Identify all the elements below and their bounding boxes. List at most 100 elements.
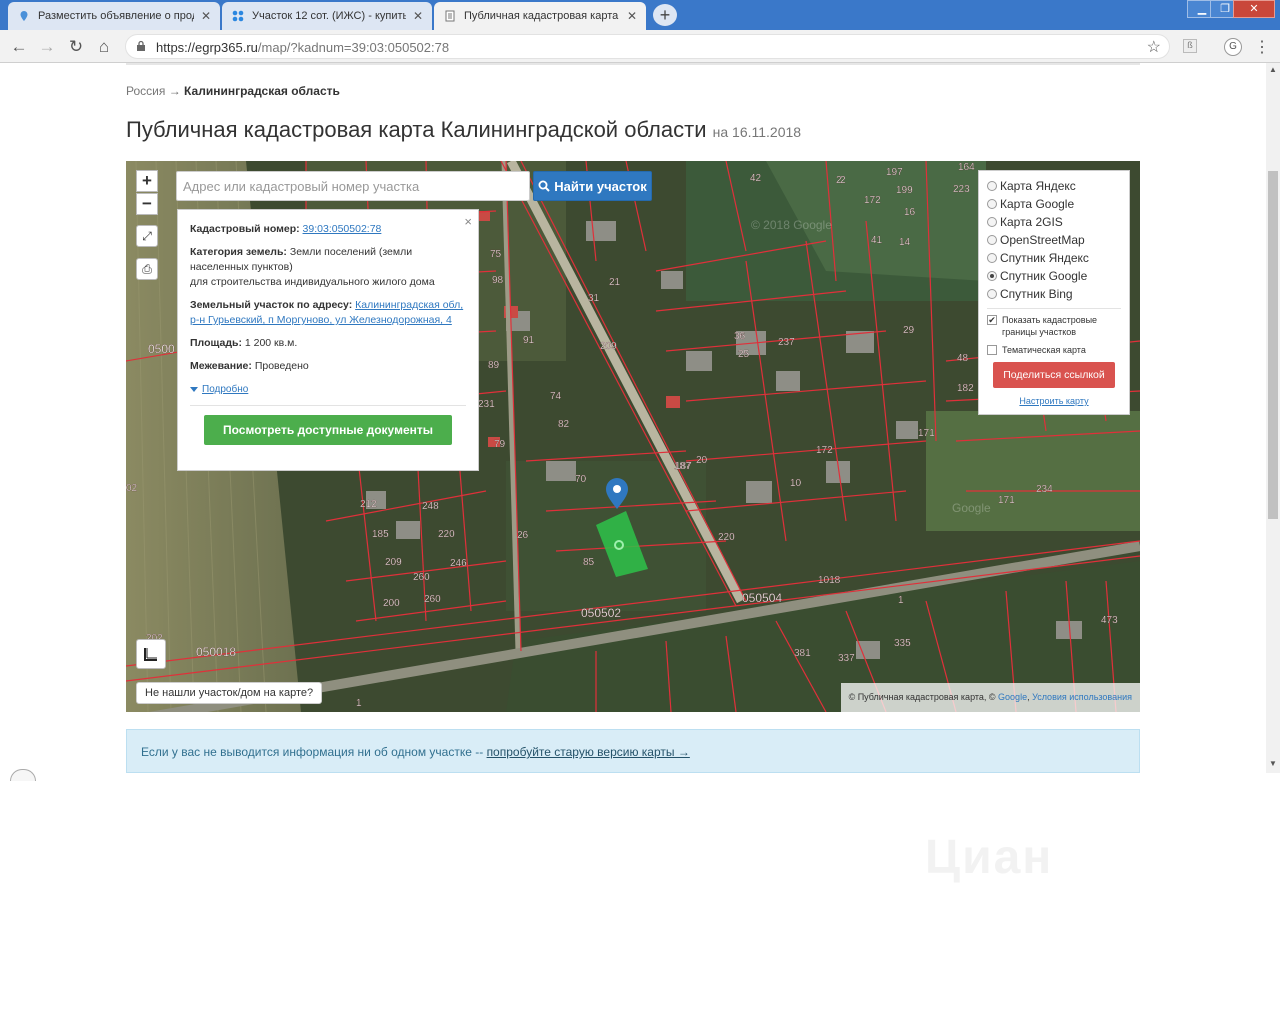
browser-tab-bar: Разместить объявление о прод ✕ Участок 1… [0, 0, 1280, 30]
breadcrumb-link-russia[interactable]: Россия [126, 84, 165, 98]
tab-close-icon[interactable]: ✕ [626, 9, 638, 23]
quarter-label: 0500 [148, 342, 175, 356]
cadastral-map[interactable]: 42 2 164 223 197 172 199 16 14 41 36 237… [126, 161, 1140, 712]
profile-avatar[interactable]: G [1224, 38, 1242, 56]
scrollbar-thumb[interactable] [1268, 171, 1278, 519]
forward-button[interactable]: → [37, 37, 57, 57]
parcel-label: 74 [550, 391, 562, 402]
parcel-label: 187 [675, 461, 692, 472]
show-borders-option[interactable]: ✔ Показать кадастровые границы участков [987, 314, 1121, 338]
address-label: Земельный участок по адресу: [190, 299, 353, 311]
parcel-info-panel: × Кадастровый номер: 39:03:050502:78 Кат… [177, 209, 479, 471]
quarter-label: 050018 [196, 645, 236, 659]
radio-button[interactable] [987, 289, 997, 299]
kadnum-label: Кадастровый номер: [190, 223, 300, 235]
parcel-label: 223 [953, 184, 970, 195]
parcel-search-input[interactable] [176, 171, 530, 201]
reload-button[interactable]: ↻ [66, 37, 86, 57]
page-title: Публичная кадастровая карта Калининградс… [126, 117, 801, 143]
google-link[interactable]: Google [998, 692, 1027, 702]
parcel-label: 42 [750, 173, 762, 184]
configure-map-link[interactable]: Настроить карту [987, 396, 1121, 406]
parcel-label: 337 [838, 653, 855, 664]
layer-option-bing-satellite[interactable]: Спутник Bing [987, 285, 1121, 303]
new-tab-button[interactable]: + [653, 4, 677, 26]
tab-close-icon[interactable]: ✕ [200, 9, 212, 23]
parcel-label: 473 [1101, 615, 1118, 626]
checkbox-checked[interactable]: ✔ [987, 315, 997, 325]
breadcrumb: Россия → Калининградская область [126, 84, 340, 98]
more-details-toggle[interactable]: Подробно [190, 382, 466, 397]
layer-option-yandex-satellite[interactable]: Спутник Яндекс [987, 249, 1121, 267]
radio-button[interactable] [987, 235, 997, 245]
share-link-button[interactable]: Поделиться ссылкой [993, 362, 1115, 388]
tab-plot-listing[interactable]: Участок 12 сот. (ИЖС) - купить ✕ [222, 2, 432, 30]
old-map-link[interactable]: попробуйте старую версию карты → [487, 745, 690, 759]
print-icon[interactable]: ⎙ [136, 258, 158, 280]
page-scrollbar[interactable]: ▲ ▼ [1266, 63, 1280, 773]
parcel-label: 14 [899, 237, 911, 248]
parcel-label: 20 [696, 455, 708, 466]
more-details-link[interactable]: Подробно [202, 384, 248, 395]
ruler-icon [144, 648, 157, 661]
parcel-label: 199 [896, 185, 913, 196]
layer-label: OpenStreetMap [1000, 233, 1085, 247]
parcel-label: 246 [450, 558, 467, 569]
quarter-label: 050504 [742, 591, 782, 605]
parcel-label: 1 [356, 698, 362, 709]
old-version-notice: Если у вас не выводится информация ни об… [126, 729, 1140, 773]
terms-link[interactable]: Условия использования [1032, 692, 1132, 702]
not-found-on-map-button[interactable]: Не нашли участок/дом на карте? [136, 682, 323, 704]
back-button[interactable]: ← [9, 37, 29, 57]
parcel-label: 248 [422, 501, 439, 512]
home-button[interactable]: ⌂ [94, 37, 114, 57]
radio-button[interactable] [987, 199, 997, 209]
find-parcel-button[interactable]: Найти участок [533, 171, 652, 201]
close-icon[interactable]: × [464, 214, 472, 229]
scroll-up-arrow-icon[interactable]: ▲ [1269, 65, 1277, 74]
page-title-date: на 16.11.2018 [712, 124, 802, 140]
checkbox[interactable] [987, 345, 997, 355]
google-watermark: Google [952, 501, 991, 515]
thematic-map-option[interactable]: Тематическая карта [987, 344, 1121, 356]
parcel-label: 89 [488, 360, 500, 371]
browser-menu-icon[interactable]: ⋮ [1254, 37, 1270, 57]
parcel-label: 82 [558, 419, 570, 430]
parcel-label: 381 [794, 648, 811, 659]
radio-button[interactable] [987, 253, 997, 263]
view-documents-button[interactable]: Посмотреть доступные документы [204, 415, 452, 445]
layer-option-google-map[interactable]: Карта Google [987, 195, 1121, 213]
ruler-button[interactable] [136, 639, 166, 669]
layer-option-osm[interactable]: OpenStreetMap [987, 231, 1121, 249]
scroll-down-arrow-icon[interactable]: ▼ [1269, 759, 1277, 768]
chat-widget-icon[interactable] [10, 769, 36, 781]
bookmark-star-icon[interactable]: ☆ [1147, 37, 1161, 57]
radio-button-selected[interactable] [987, 271, 997, 281]
breadcrumb-current: Калининградская область [184, 84, 340, 98]
area-label: Площадь: [190, 337, 242, 349]
radio-button[interactable] [987, 181, 997, 191]
layer-option-2gis-map[interactable]: Карта 2GIS [987, 213, 1121, 231]
tab-close-icon[interactable]: ✕ [412, 9, 424, 23]
parcel-label: 212 [360, 499, 377, 510]
kadnum-link[interactable]: 39:03:050502:78 [303, 223, 382, 235]
parcel-label: 10 [790, 478, 802, 489]
tab-place-ad[interactable]: Разместить объявление о прод ✕ [8, 2, 220, 30]
window-close-button[interactable]: ✕ [1233, 0, 1275, 18]
address-bar[interactable]: https://egrp365.ru/map/?kadnum=39:03:050… [125, 34, 1170, 59]
tab-cadastral-map[interactable]: Публичная кадастровая карта К ✕ [434, 2, 646, 30]
layer-option-yandex-map[interactable]: Карта Яндекс [987, 177, 1121, 195]
parcel-label: 172 [816, 445, 833, 456]
browser-toolbar: ← → ↻ ⌂ https://egrp365.ru/map/?kadnum=3… [0, 30, 1280, 63]
zoom-in-button[interactable]: + [136, 170, 158, 192]
parcel-label: 164 [958, 162, 975, 173]
radio-button[interactable] [987, 217, 997, 227]
fullscreen-icon[interactable]: ⤢ [136, 225, 158, 247]
parcel-label: 171 [998, 495, 1015, 506]
attribution-text: © Публичная кадастровая карта, © [848, 692, 996, 702]
zoom-out-button[interactable]: − [136, 193, 158, 215]
parcel-label: 25 [738, 349, 750, 360]
layer-option-google-satellite[interactable]: Спутник Google [987, 267, 1121, 285]
extension-icon[interactable]: ß [1183, 39, 1197, 53]
breadcrumb-separator: → [168, 84, 181, 98]
